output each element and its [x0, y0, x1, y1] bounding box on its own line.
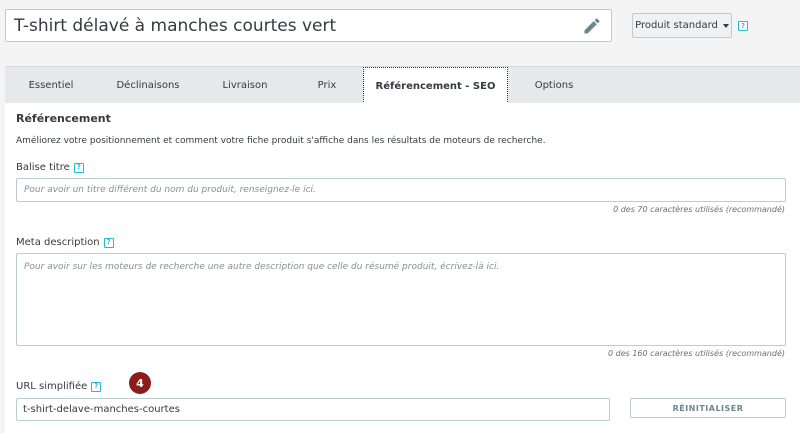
tab-options[interactable]: Options — [508, 67, 600, 103]
help-icon[interactable]: ? — [738, 21, 748, 31]
product-name-input[interactable]: T-shirt délavé à manches courtes vert — [5, 9, 612, 42]
tab-prix[interactable]: Prix — [291, 67, 363, 103]
tab-essentiel[interactable]: Essentiel — [5, 67, 97, 103]
meta-description-placeholder: Pour avoir sur les moteurs de recherche … — [24, 262, 500, 272]
meta-description-counter: 0 des 160 caractères utilisés (recommand… — [607, 349, 785, 358]
step-badge: 4 — [129, 372, 151, 394]
help-icon[interactable]: ? — [103, 237, 114, 248]
tab-seo[interactable]: Référencement - SEO — [363, 67, 508, 104]
meta-description-textarea[interactable]: Pour avoir sur les moteurs de recherche … — [16, 253, 786, 346]
url-input[interactable]: t-shirt-delave-manches-courtes — [16, 398, 610, 421]
product-name-value: T-shirt délavé à manches courtes vert — [14, 16, 337, 36]
help-icon[interactable]: ? — [73, 162, 84, 173]
meta-title-counter: 0 des 70 caractères utilisés (recommandé… — [613, 205, 785, 214]
url-label: URL simplifiée ? — [16, 381, 102, 392]
meta-title-input[interactable]: Pour avoir un titre différent du nom du … — [16, 178, 786, 202]
section-description: Améliorez votre positionnement et commen… — [16, 136, 546, 146]
meta-description-label: Meta description ? — [16, 237, 114, 248]
pencil-icon[interactable] — [582, 16, 602, 36]
tab-declinaisons[interactable]: Déclinaisons — [97, 67, 199, 103]
product-tabs: Essentiel Déclinaisons Livraison Prix Ré… — [5, 66, 800, 104]
meta-title-placeholder: Pour avoir un titre différent du nom du … — [24, 185, 316, 195]
tab-livraison[interactable]: Livraison — [199, 67, 291, 103]
reset-url-button[interactable]: RÉINITIALISER — [630, 398, 786, 418]
product-type-label: Produit standard — [635, 20, 718, 31]
section-title: Référencement — [16, 112, 111, 125]
meta-title-label: Balise titre ? — [16, 162, 84, 173]
help-icon[interactable]: ? — [91, 381, 102, 392]
product-type-dropdown[interactable]: Produit standard — [632, 13, 732, 38]
caret-down-icon — [722, 23, 729, 28]
url-value: t-shirt-delave-manches-courtes — [23, 404, 180, 415]
